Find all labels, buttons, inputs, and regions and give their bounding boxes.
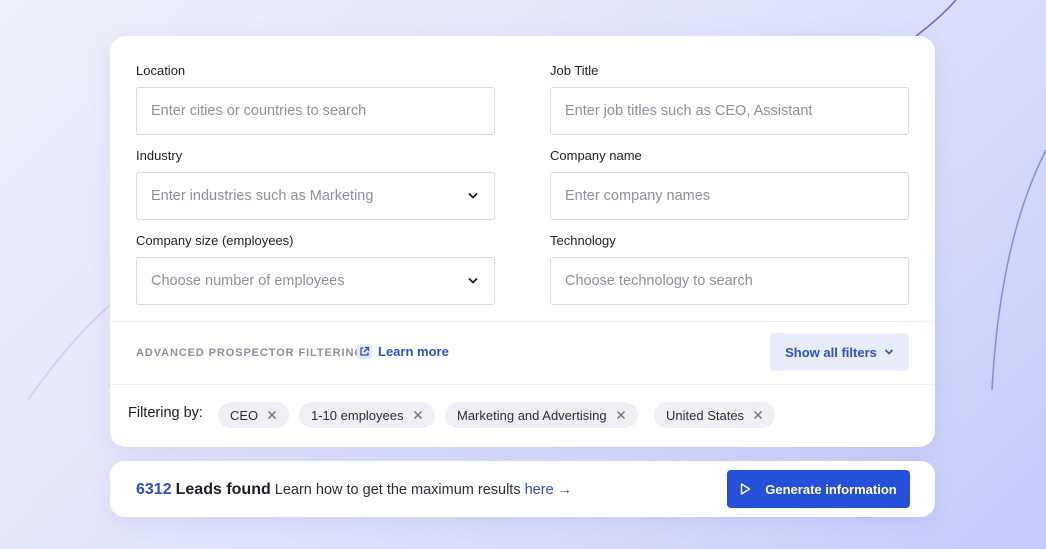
job-title-input[interactable]: Enter job titles such as CEO, Assistant [550,87,909,135]
filter-chip-employees: 1-10 employees [299,402,435,428]
filter-chip-country: United States [654,402,776,428]
industry-placeholder: Enter industries such as Marketing [151,188,374,204]
close-icon[interactable] [267,410,277,420]
location-placeholder: Enter cities or countries to search [151,103,367,119]
industry-label: Industry [136,148,183,163]
chevron-down-icon [468,193,478,199]
technology-input[interactable]: Choose technology to search [550,257,909,305]
location-label: Location [136,63,186,78]
show-all-filters-button[interactable]: Show all filters [770,333,909,371]
chevron-down-icon [885,349,893,355]
chip-label: United States [666,407,745,423]
close-icon[interactable] [616,410,626,420]
filter-card: Location Enter cities or countries to se… [110,36,935,447]
results-bar: 6312 Leads found Learn how to get the ma… [110,461,935,517]
industry-field: Industry Enter industries such as Market… [136,148,495,220]
here-link[interactable]: here → [525,482,573,498]
company-name-input[interactable]: Enter company names [550,172,909,220]
chip-label: CEO [230,407,259,423]
technology-label: Technology [550,233,616,248]
job-title-placeholder: Enter job titles such as CEO, Assistant [565,103,813,119]
learn-more-label: Learn more [378,344,449,359]
generate-information-button[interactable]: Generate information [727,470,910,508]
close-icon[interactable] [753,410,763,420]
chevron-down-icon [468,278,478,284]
company-size-placeholder: Choose number of employees [151,273,345,289]
advanced-filtering-title: ADVANCED PROSPECTOR FILTERING [136,347,364,359]
filter-chip-ceo: CEO [218,402,290,428]
external-link-icon [357,344,372,359]
close-icon[interactable] [413,410,423,420]
divider [110,321,935,322]
location-input[interactable]: Enter cities or countries to search [136,87,495,135]
leads-found-label: Leads found [175,481,271,498]
chip-label: 1-10 employees [311,407,404,423]
filtering-by-label: Filtering by: [128,405,203,421]
leads-count: 6312 [136,481,172,498]
company-name-field: Company name Enter company names [550,148,909,220]
chip-label: Marketing and Advertising [457,407,607,423]
company-size-select[interactable]: Choose number of employees [136,257,495,305]
filter-chip-industry: Marketing and Advertising [445,402,638,428]
company-name-placeholder: Enter company names [565,188,711,204]
play-icon [741,483,751,495]
show-all-filters-label: Show all filters [785,344,877,360]
company-size-label: Company size (employees) [136,233,294,248]
job-title-label: Job Title [550,63,599,78]
results-hint: Learn how to get the maximum results [274,482,521,498]
technology-placeholder: Choose technology to search [565,273,753,289]
company-name-label: Company name [550,148,642,163]
results-summary: 6312 Leads found Learn how to get the ma… [136,481,572,499]
location-field: Location Enter cities or countries to se… [136,63,495,135]
generate-information-label: Generate information [765,481,897,497]
job-title-field: Job Title Enter job titles such as CEO, … [550,63,909,135]
industry-select[interactable]: Enter industries such as Marketing [136,172,495,220]
company-size-field: Company size (employees) Choose number o… [136,233,495,305]
learn-more-link[interactable]: Learn more [357,344,449,359]
technology-field: Technology Choose technology to search [550,233,909,305]
divider [110,384,935,385]
